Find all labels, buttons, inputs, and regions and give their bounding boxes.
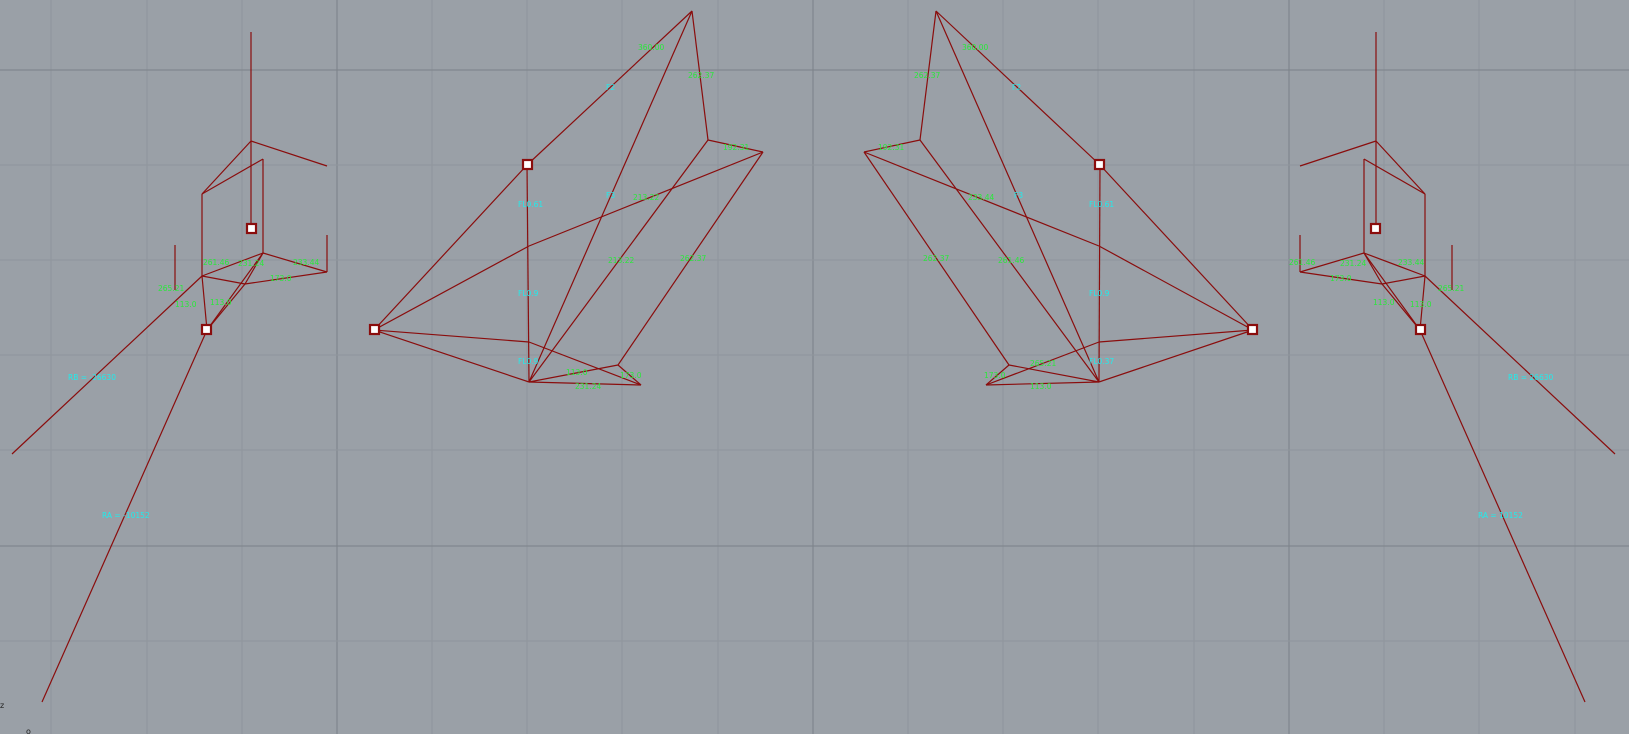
axis-indicator: o xyxy=(26,727,31,734)
member-force-label: 192.31 xyxy=(878,143,904,152)
member-force-label: 265.21 xyxy=(1438,284,1464,293)
member-force-label: 213.22 xyxy=(633,193,659,202)
member-force-label: 113.0 xyxy=(1410,300,1432,309)
member-line xyxy=(1363,158,1426,195)
member-line xyxy=(1098,245,1254,331)
member-force-label: 113.0 xyxy=(1373,298,1395,307)
member-force-label: 261.46 xyxy=(998,256,1024,265)
grid xyxy=(0,0,1629,734)
member-force-label: 231.24 xyxy=(575,382,601,391)
member-line xyxy=(1098,164,1101,383)
member-force-label: 173.0 xyxy=(270,274,292,283)
member-line xyxy=(1375,140,1426,195)
member-force-label: 113.0 xyxy=(175,300,197,309)
member-force-label: 113.0 xyxy=(1030,382,1052,391)
member-line xyxy=(373,329,530,383)
truss-right-perspective xyxy=(1299,32,1616,703)
member-force-label: 233.44 xyxy=(1398,258,1424,267)
member-line xyxy=(206,283,246,331)
support-node[interactable] xyxy=(1414,323,1427,336)
support-node[interactable] xyxy=(1246,323,1259,336)
support-reaction-label: RB = -26630 xyxy=(68,373,116,382)
member-force-label: 262.37 xyxy=(914,71,940,80)
panel-label: FL0.37 xyxy=(1089,357,1114,366)
member-force-label: 173.0 xyxy=(1330,274,1352,283)
member-force-label: 262.37 xyxy=(923,254,949,263)
support-node[interactable] xyxy=(245,222,258,235)
member-force-label: 192.31 xyxy=(723,143,749,152)
member-force-label: 213.22 xyxy=(608,256,634,265)
member-force-label: 173.0 xyxy=(620,371,642,380)
member-force-label: 360.00 xyxy=(638,43,664,52)
member-line xyxy=(201,140,252,195)
truss-left-perspective xyxy=(11,32,328,703)
member-line xyxy=(201,158,264,195)
member-line xyxy=(201,275,208,331)
truss-middle-right xyxy=(863,10,1259,386)
member-force-label: 233.44 xyxy=(293,258,319,267)
member-force-label: 173.0 xyxy=(984,371,1006,380)
support-node[interactable] xyxy=(1093,158,1106,171)
support-node[interactable] xyxy=(521,158,534,171)
member-force-label: 360.00 xyxy=(962,43,988,52)
member-line xyxy=(201,275,246,285)
member-force-label: 261.46 xyxy=(1289,258,1315,267)
panel-label: F3 xyxy=(1014,191,1023,200)
member-line xyxy=(1424,275,1616,455)
member-force-label: 231.24 xyxy=(1340,259,1366,268)
member-line xyxy=(1381,275,1426,285)
member-line xyxy=(373,164,528,331)
panel-label: FL0.61 xyxy=(518,200,543,209)
member-force-label: 233.44 xyxy=(968,193,994,202)
support-node[interactable] xyxy=(1369,222,1382,235)
support-node[interactable] xyxy=(368,323,381,336)
member-force-label: 261.46 xyxy=(203,258,229,267)
member-line xyxy=(373,245,530,331)
member-line xyxy=(373,329,530,343)
support-reaction-label: RB = 26630 xyxy=(1508,373,1553,382)
panel-label: FL0.61 xyxy=(1089,200,1114,209)
support-reaction-label: RA = -10152 xyxy=(102,511,150,520)
truss-scene[interactable]: RB = -26630 RA = -10152 261.46 231.24 23… xyxy=(0,0,1629,734)
panel-label: FL0.9 xyxy=(518,289,539,298)
member-force-label: 262.37 xyxy=(688,71,714,80)
member-line xyxy=(1098,329,1254,383)
member-force-label: 265.21 xyxy=(158,284,184,293)
truss-middle-left xyxy=(368,10,764,386)
panel-label: F2 xyxy=(1012,83,1021,92)
panel-label: FL0.9 xyxy=(518,357,539,366)
member-force-label: 265.21 xyxy=(1030,359,1056,368)
member-line xyxy=(1098,329,1254,343)
axis-indicator: z xyxy=(0,701,4,710)
member-force-label: 113.0 xyxy=(566,368,588,377)
support-node[interactable] xyxy=(200,323,213,336)
panel-label: F3 xyxy=(606,191,615,200)
member-force-label: 262.37 xyxy=(680,254,706,263)
member-force-label: 231.24 xyxy=(238,259,264,268)
member-force-label: 113.0 xyxy=(210,298,232,307)
panel-label: F2 xyxy=(606,83,615,92)
3d-viewport[interactable]: RB = -26630 RA = -10152 261.46 231.24 23… xyxy=(0,0,1629,734)
member-line xyxy=(11,275,203,455)
support-reaction-label: RA = 10152 xyxy=(1478,511,1523,520)
panel-label: FL0.9 xyxy=(1089,289,1110,298)
member-line xyxy=(1099,164,1254,331)
